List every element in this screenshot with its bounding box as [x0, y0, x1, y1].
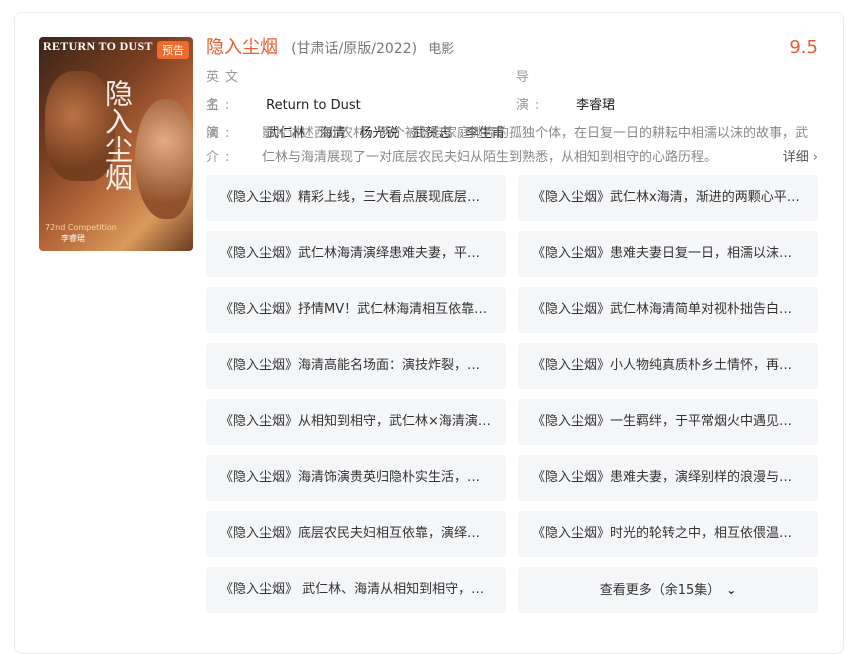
poster-english-title: RETURN TO DUST: [43, 39, 153, 53]
detail-link[interactable]: 详细 ›: [772, 146, 818, 170]
poster-calligraphy-title: 隐入尘烟: [101, 79, 134, 191]
see-more-label: 查看更多（余15集）: [599, 583, 721, 598]
episode-item[interactable]: 《隐入尘烟》小人物纯真质朴乡土情怀，再续前缘: [518, 343, 818, 389]
poster-director-credit: 李睿珺: [61, 234, 85, 243]
movie-score: 9.5: [789, 37, 818, 58]
episode-item[interactable]: 《隐入尘烟》底层农民夫妇相互依靠，演绎乡村爱情: [206, 511, 506, 557]
episode-item[interactable]: 《隐入尘烟》武仁林x海清，渐进的两颗心平淡温暖: [518, 175, 818, 221]
trailer-badge: 预告: [157, 41, 189, 59]
movie-poster[interactable]: RETURN TO DUST 隐入尘烟 预告 72nd Competition …: [39, 37, 193, 251]
movie-title[interactable]: 隐入尘烟: [206, 37, 278, 58]
episode-item[interactable]: 《隐入尘烟》抒情MV！武仁林海清相互依靠共度余生: [206, 287, 506, 333]
episode-item[interactable]: 《隐入尘烟》一生羁绊，于平常烟火中遇见奇迹: [518, 399, 818, 445]
chevron-right-icon: ›: [812, 150, 818, 165]
movie-subtitle: (甘肃话/原版/2022): [291, 41, 418, 57]
episode-item[interactable]: 《隐入尘烟》精彩上线，三大看点展现底层夫妻的质朴爱情: [206, 175, 506, 221]
movie-type: 电影: [428, 42, 455, 57]
episode-item[interactable]: 《隐入尘烟》时光的轮转之中，相互依偎温暖彼此: [518, 511, 818, 557]
episode-item[interactable]: 《隐入尘烟》武仁林海清简单对视朴拙告白，温情动人: [518, 287, 818, 333]
movie-info: 隐入尘烟 (甘肃话/原版/2022) 电影 9.5 英文名: Return to…: [206, 36, 818, 170]
cast-row: 主 演: 武仁林 海清 杨光锐 武赟志 李生甫: [206, 92, 818, 141]
detail-label: 详细: [782, 150, 809, 165]
poster-festival-laurel: 72nd Competition: [45, 223, 117, 232]
episode-item[interactable]: 《隐入尘烟》武仁林海清演绎患难夫妻，平凡而动人: [206, 231, 506, 277]
intro-text: 影片讲述西北农村，两个被各自家庭抛弃的孤独个体，在日复一日的耕耘中相濡以沫的故事…: [262, 126, 809, 165]
intro-label: 简 介:: [206, 126, 245, 165]
chevron-down-icon: ⌄: [726, 583, 737, 597]
episode-item[interactable]: 《隐入尘烟》 武仁林、海清从相知到相守，以爱抵御风霜: [206, 567, 506, 613]
episode-item[interactable]: 《隐入尘烟》海清饰演贵英归隐朴实生活，患难与共: [206, 455, 506, 501]
title-row: 隐入尘烟 (甘肃话/原版/2022) 电影 9.5: [206, 36, 818, 60]
episode-item[interactable]: 《隐入尘烟》从相知到相守，武仁林×海清演绎爱情: [206, 399, 506, 445]
intro-row: 简 介: 影片讲述西北农村，两个被各自家庭抛弃的孤独个体，在日复一日的耕耘中相濡…: [206, 122, 818, 170]
see-more-button[interactable]: 查看更多（余15集） ⌄: [518, 567, 818, 613]
poster-figure-woman: [135, 99, 193, 219]
episode-item[interactable]: 《隐入尘烟》患难夫妻日复一日，相濡以沫平淡相守: [518, 231, 818, 277]
episode-item[interactable]: 《隐入尘烟》海清高能名场面：演技炸裂，妥妥影后: [206, 343, 506, 389]
english-name-row: 英文名: Return to Dust 导 演: 李睿珺: [206, 64, 818, 113]
episode-item[interactable]: 《隐入尘烟》患难夫妻，演绎别样的浪漫与温情: [518, 455, 818, 501]
episode-list: 《隐入尘烟》精彩上线，三大看点展现底层夫妻的质朴爱情 《隐入尘烟》武仁林x海清，…: [206, 175, 818, 613]
